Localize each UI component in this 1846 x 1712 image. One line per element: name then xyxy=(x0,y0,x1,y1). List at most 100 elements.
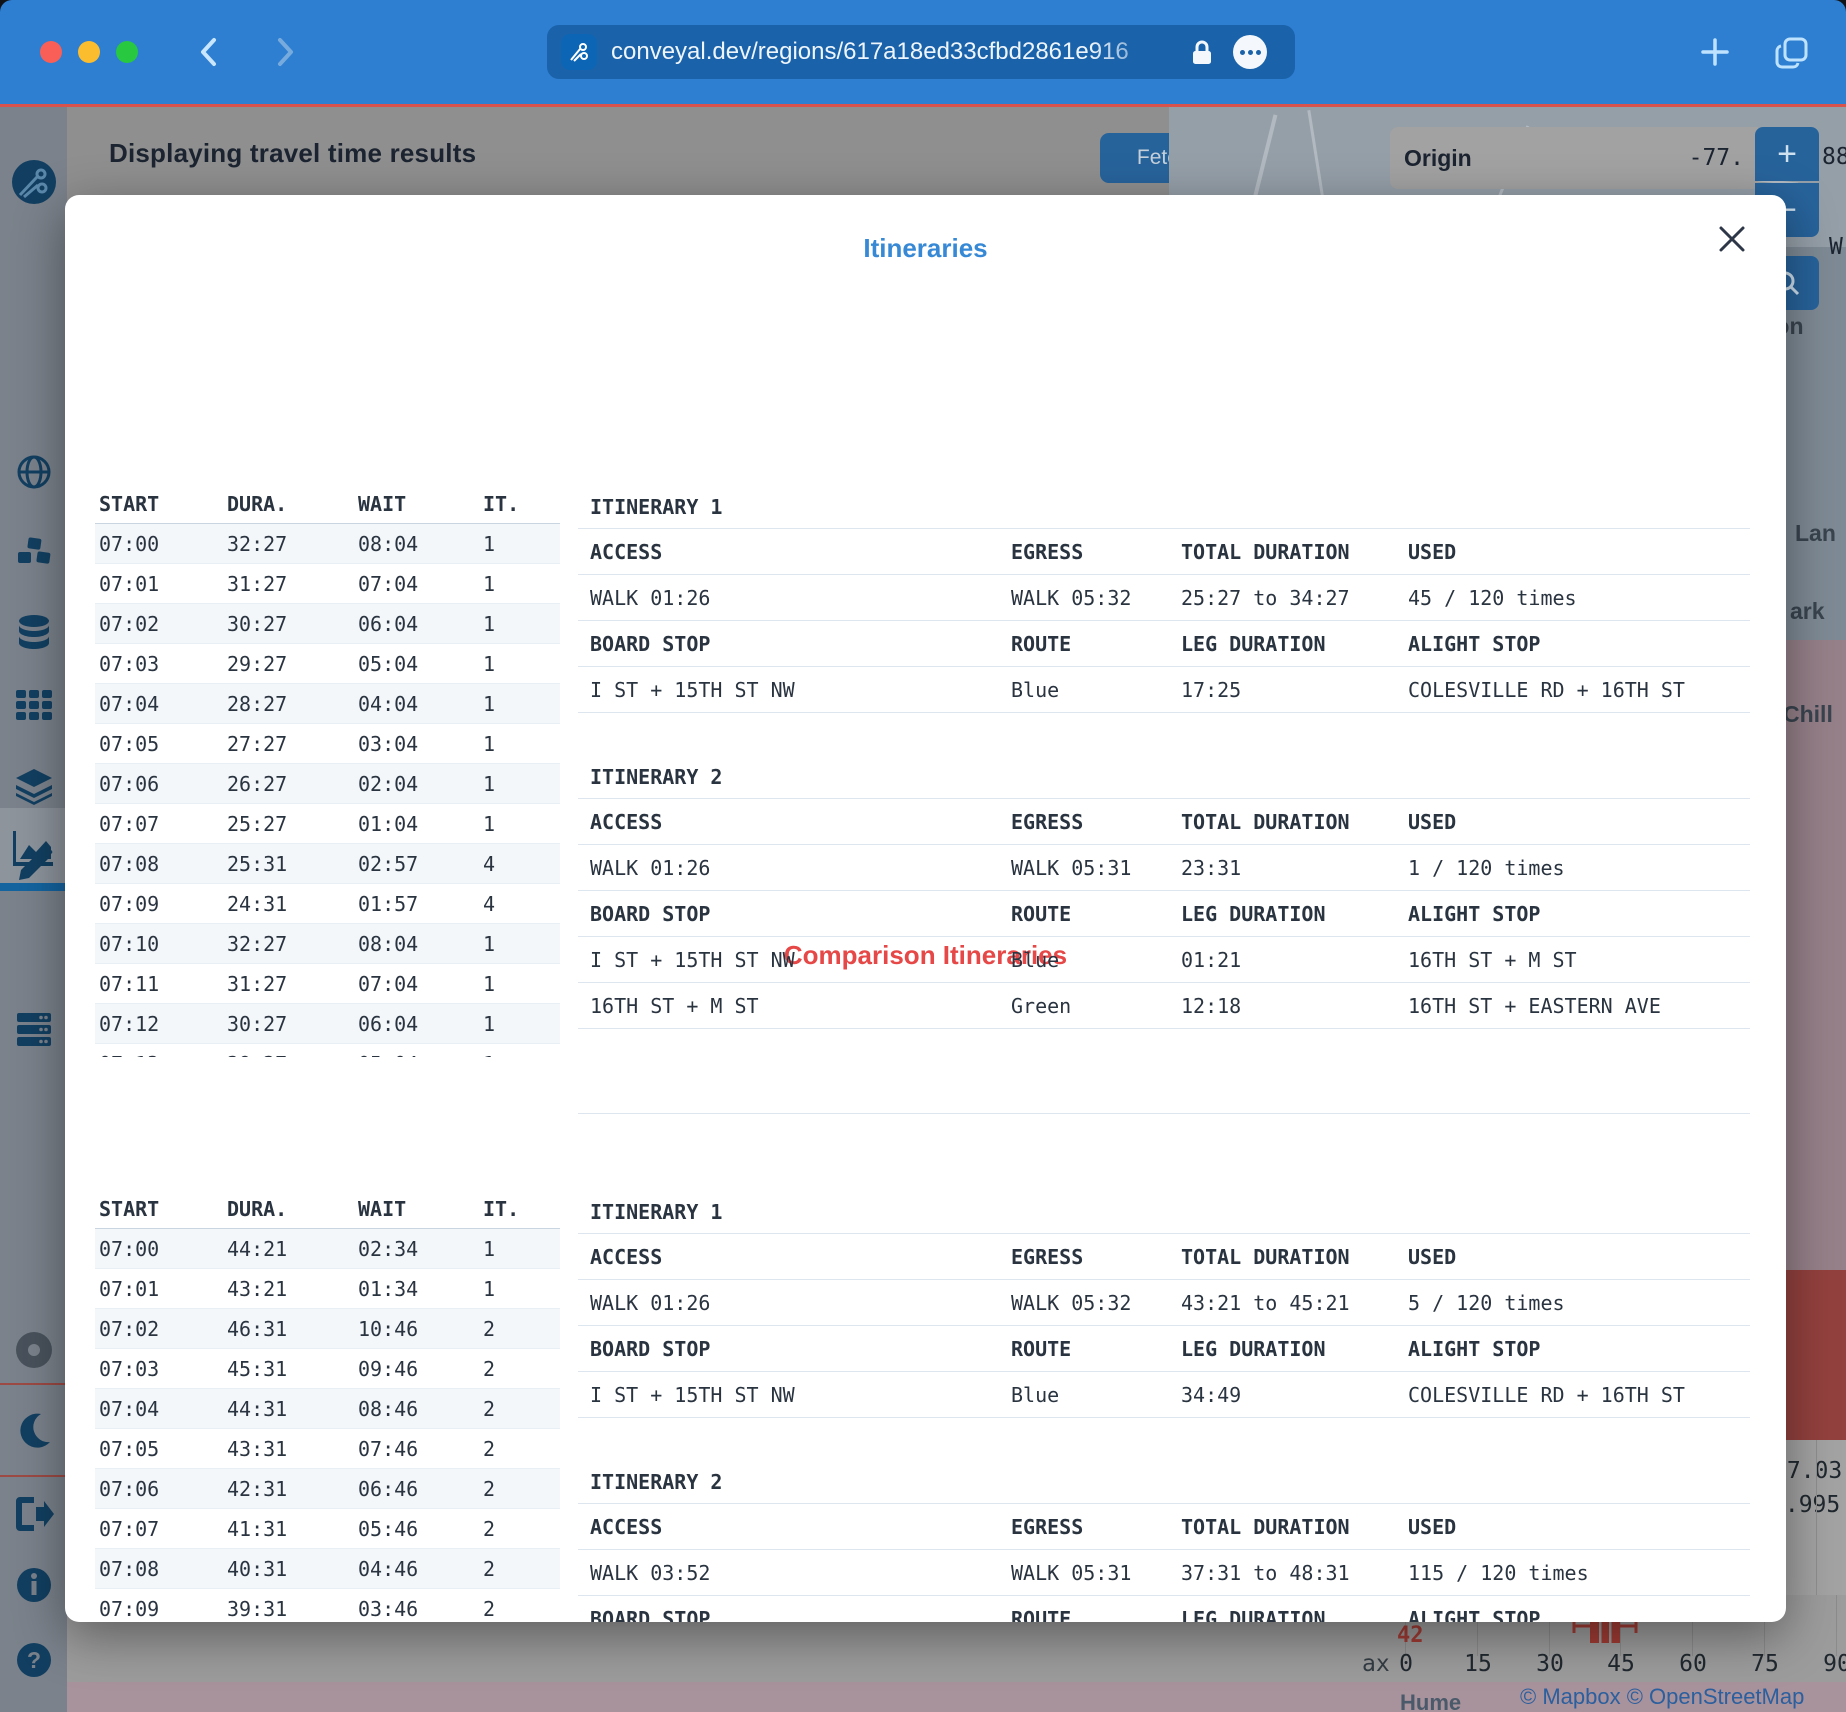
window-close-button[interactable] xyxy=(40,41,62,63)
board-stop: I ST + 15TH ST NW xyxy=(578,678,999,702)
wait-cell: 08:04 xyxy=(358,932,483,956)
total-duration-value: 43:21 to 45:21 xyxy=(1169,1291,1396,1315)
schedule-row[interactable]: 07:02 30:27 06:04 1 xyxy=(95,604,560,644)
blocks-icon[interactable] xyxy=(0,517,67,587)
schedule-row[interactable]: 07:10 32:27 08:04 1 xyxy=(95,924,560,964)
schedule-row[interactable]: 07:08 40:31 04:46 2 xyxy=(95,1549,560,1589)
iteration-cell: 2 xyxy=(483,1437,560,1461)
route-name: Blue xyxy=(999,948,1169,972)
access-value-row: WALK 03:52WALK 05:31 37:31 to 48:31115 /… xyxy=(578,1550,1750,1596)
duration-cell: 42:31 xyxy=(227,1477,358,1501)
map-attribution[interactable]: © Mapbox © OpenStreetMap xyxy=(1520,1684,1804,1710)
total-duration-value: 23:31 xyxy=(1169,856,1396,880)
globe-icon[interactable] xyxy=(0,437,67,507)
wait-cell: 05:04 xyxy=(358,1052,483,1058)
coordinate-cut-text: 88 xyxy=(1822,144,1846,170)
duration-cell: 44:21 xyxy=(227,1237,358,1261)
duration-cell: 30:27 xyxy=(227,612,358,636)
record-icon[interactable] xyxy=(0,1315,67,1385)
access-header-row: ACCESSEGRESSTOTAL DURATIONUSED xyxy=(578,529,1750,575)
duration-cell: 30:27 xyxy=(227,1012,358,1036)
help-icon[interactable]: ? xyxy=(0,1625,67,1695)
max-label-partial: ax xyxy=(1362,1651,1390,1677)
schedule-row[interactable]: 07:06 42:31 06:46 2 xyxy=(95,1469,560,1509)
start-cell: 07:09 xyxy=(95,1597,227,1621)
schedule-row[interactable]: 07:03 29:27 05:04 1 xyxy=(95,644,560,684)
wait-cell: 05:46 xyxy=(358,1517,483,1541)
schedule-row[interactable]: 07:07 25:27 01:04 1 xyxy=(95,804,560,844)
sidebar-divider-bottom xyxy=(0,1475,67,1477)
new-tab-icon[interactable] xyxy=(1698,35,1732,69)
wait-cell: 05:04 xyxy=(358,652,483,676)
duration-cell: 25:27 xyxy=(227,812,358,836)
start-cell: 07:08 xyxy=(95,852,227,876)
wait-cell: 02:57 xyxy=(358,852,483,876)
start-cell: 07:00 xyxy=(95,1237,227,1261)
sidebar-item-analysis[interactable] xyxy=(0,813,67,883)
duration-cell: 39:31 xyxy=(227,1597,358,1621)
moon-icon[interactable] xyxy=(0,1395,67,1465)
schedule-row[interactable]: 07:08 25:31 02:57 4 xyxy=(95,844,560,884)
address-bar[interactable]: conveyal.dev/regions/617a18ed33cfbd2861e… xyxy=(547,25,1295,79)
egress-value: WALK 05:31 xyxy=(999,856,1169,880)
start-cell: 07:09 xyxy=(95,892,227,916)
wait-cell: 01:04 xyxy=(358,812,483,836)
schedule-row[interactable]: 07:12 30:27 06:04 1 xyxy=(95,1004,560,1044)
start-cell: 07:04 xyxy=(95,692,227,716)
start-cell: 07:07 xyxy=(95,812,227,836)
leg-duration: 12:18 xyxy=(1169,994,1396,1018)
schedule-row[interactable]: 07:13 29:27 05:04 1 xyxy=(95,1044,560,1057)
schedule-row[interactable]: 07:01 43:21 01:34 1 xyxy=(95,1269,560,1309)
sign-out-icon[interactable] xyxy=(0,1479,67,1549)
start-cell: 07:08 xyxy=(95,1557,227,1581)
origin-label: Origin xyxy=(1404,145,1472,172)
histogram-count: 42 xyxy=(1397,1623,1424,1648)
url-fade xyxy=(1090,25,1180,79)
info-icon[interactable] xyxy=(0,1550,67,1620)
schedule-row[interactable]: 07:11 31:27 07:04 1 xyxy=(95,964,560,1004)
schedule-row[interactable]: 07:03 45:31 09:46 2 xyxy=(95,1349,560,1389)
back-icon[interactable] xyxy=(192,34,228,70)
schedule-row[interactable]: 07:00 44:21 02:34 1 xyxy=(95,1229,560,1269)
wait-cell: 08:04 xyxy=(358,532,483,556)
schedule-row[interactable]: 07:00 32:27 08:04 1 xyxy=(95,524,560,564)
schedule-row[interactable]: 07:06 26:27 02:04 1 xyxy=(95,764,560,804)
iteration-cell: 2 xyxy=(483,1517,560,1541)
url-text: conveyal.dev/regions/617a18ed33cfbd2861e… xyxy=(611,38,1129,66)
schedule-row[interactable]: 07:04 44:31 08:46 2 xyxy=(95,1389,560,1429)
iteration-cell: 1 xyxy=(483,572,560,596)
schedule-row[interactable]: 07:02 46:31 10:46 2 xyxy=(95,1309,560,1349)
start-cell: 07:05 xyxy=(95,1437,227,1461)
ellipsis-icon[interactable] xyxy=(1233,35,1267,69)
schedule-row[interactable]: 07:05 27:27 03:04 1 xyxy=(95,724,560,764)
layers-icon[interactable] xyxy=(0,751,67,821)
schedule-header-row: STARTDURA.WAITIT. xyxy=(95,1190,560,1229)
window-minimize-button[interactable] xyxy=(78,41,100,63)
window-zoom-button[interactable] xyxy=(116,41,138,63)
schedule-row[interactable]: 07:07 41:31 05:46 2 xyxy=(95,1509,560,1549)
iteration-cell: 1 xyxy=(483,1277,560,1301)
access-value-row: WALK 01:26WALK 05:32 25:27 to 34:2745 / … xyxy=(578,575,1750,621)
schedule-row[interactable]: 07:04 28:27 04:04 1 xyxy=(95,684,560,724)
egress-value: WALK 05:32 xyxy=(999,586,1169,610)
access-header-row: ACCESSEGRESSTOTAL DURATIONUSED xyxy=(578,1234,1750,1280)
tab-overview-icon[interactable] xyxy=(1774,35,1812,71)
iteration-cell: 2 xyxy=(483,1317,560,1341)
map-label-lan: Lan xyxy=(1795,520,1836,547)
itinerary-block: ITINERARY 1 ACCESSEGRESSTOTAL DURATIONUS… xyxy=(578,485,1750,713)
conveyal-logo[interactable] xyxy=(0,147,67,217)
access-value-row: WALK 01:26WALK 05:31 23:311 / 120 times xyxy=(578,845,1750,891)
iteration-cell: 1 xyxy=(483,692,560,716)
grid-icon[interactable] xyxy=(0,670,67,740)
alight-stop: 16TH ST + EASTERN AVE xyxy=(1396,994,1750,1018)
schedule-row[interactable]: 07:09 24:31 01:57 4 xyxy=(95,884,560,924)
comparison-schedule-table: STARTDURA.WAITIT. 07:00 44:21 02:34 1 07… xyxy=(95,1190,560,1622)
schedule-row[interactable]: 07:09 39:31 03:46 2 xyxy=(95,1589,560,1622)
forward-icon[interactable] xyxy=(266,34,302,70)
map-zoom-in-button[interactable]: + xyxy=(1755,127,1819,181)
schedule-row[interactable]: 07:01 31:27 07:04 1 xyxy=(95,564,560,604)
schedule-row[interactable]: 07:05 43:31 07:46 2 xyxy=(95,1429,560,1469)
servers-icon[interactable] xyxy=(0,995,67,1065)
database-icon[interactable] xyxy=(0,597,67,667)
leg-row: I ST + 15TH ST NWBlue 34:49COLESVILLE RD… xyxy=(578,1372,1750,1418)
